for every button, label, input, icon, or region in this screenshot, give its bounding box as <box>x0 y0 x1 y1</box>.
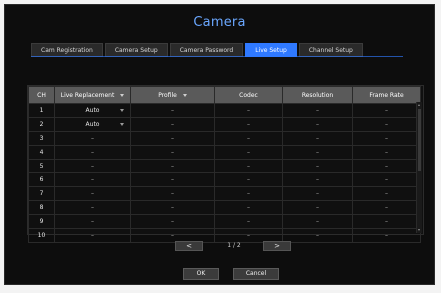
cell-live-replacement: – <box>54 172 131 188</box>
cell-profile: – <box>130 116 215 132</box>
scroll-down-icon[interactable] <box>417 227 422 233</box>
cell-profile: – <box>130 130 215 146</box>
cell-codec: – <box>214 200 283 216</box>
table-row: 5 – – – – – <box>28 158 421 174</box>
cell-profile: – <box>130 158 215 174</box>
cell-codec: – <box>214 130 283 146</box>
table-scrollbar[interactable] <box>416 102 422 233</box>
tab-bar: Cam Registration Camera Setup Camera Pas… <box>31 43 363 57</box>
cell-ch: 3 <box>28 130 55 146</box>
table-row: 6 – – – – – <box>28 172 421 188</box>
cell-live-replacement: – <box>54 144 131 160</box>
cell-live-replacement: – <box>54 186 131 202</box>
cell-live-replacement: – <box>54 130 131 146</box>
cell-resolution: – <box>282 116 353 132</box>
cell-codec: – <box>214 172 283 188</box>
cell-profile: – <box>130 214 215 230</box>
table-header-row: CH Live Replacement Profile Codec Resolu… <box>28 86 421 104</box>
cell-live-replacement: – <box>54 158 131 174</box>
live-setup-table: CH Live Replacement Profile Codec Resolu… <box>27 85 424 243</box>
cell-frame-rate: – <box>352 186 421 202</box>
cell-profile: – <box>130 172 215 188</box>
cell-profile: – <box>130 200 215 216</box>
header-profile-label: Profile <box>158 91 177 99</box>
table-row: 1 Auto – – – – <box>28 103 421 118</box>
cell-live-replacement: – <box>54 200 131 216</box>
cell-frame-rate: – <box>352 130 421 146</box>
cell-live-replacement: – <box>54 214 131 230</box>
cell-codec: – <box>214 103 283 118</box>
cell-ch: 5 <box>28 158 55 174</box>
prev-page-button[interactable]: < <box>175 241 203 251</box>
cell-resolution: – <box>282 158 353 174</box>
table-row: 8 – – – – – <box>28 200 421 216</box>
next-page-button[interactable]: > <box>263 241 291 251</box>
cell-resolution: – <box>282 172 353 188</box>
header-profile[interactable]: Profile <box>130 86 215 104</box>
tab-cam-registration[interactable]: Cam Registration <box>31 43 103 57</box>
table-row: 7 – – – – – <box>28 186 421 202</box>
tab-channel-setup[interactable]: Channel Setup <box>298 43 363 57</box>
live-replacement-select[interactable]: Auto <box>54 103 131 118</box>
header-live-replacement-label: Live Replacement <box>60 91 115 99</box>
cell-ch: 7 <box>28 186 55 202</box>
camera-dialog: Camera Cam Registration Camera Setup Cam… <box>4 4 435 285</box>
cell-ch: 9 <box>28 214 55 230</box>
cell-resolution: – <box>282 200 353 216</box>
tab-live-setup[interactable]: Live Setup <box>245 43 297 57</box>
cell-profile: – <box>130 144 215 160</box>
table-row: 2 Auto – – – – <box>28 116 421 132</box>
cell-frame-rate: – <box>352 214 421 230</box>
table-row: 9 – – – – – <box>28 214 421 230</box>
header-resolution[interactable]: Resolution <box>282 86 353 104</box>
cell-codec: – <box>214 214 283 230</box>
cell-codec: – <box>214 116 283 132</box>
live-replacement-select[interactable]: Auto <box>54 116 131 132</box>
cell-resolution: – <box>282 130 353 146</box>
cell-codec: – <box>214 186 283 202</box>
tab-underline <box>31 56 403 57</box>
scroll-up-icon[interactable] <box>417 102 422 108</box>
cell-codec: – <box>214 158 283 174</box>
tab-camera-password[interactable]: Camera Password <box>169 43 244 57</box>
page-indicator: 1 / 2 <box>227 242 241 249</box>
header-codec[interactable]: Codec <box>214 86 283 104</box>
cell-resolution: – <box>282 186 353 202</box>
header-live-replacement[interactable]: Live Replacement <box>54 86 131 104</box>
cell-resolution: – <box>282 214 353 230</box>
dialog-title: Camera <box>193 15 246 30</box>
header-ch[interactable]: CH <box>28 86 55 104</box>
cell-ch: 6 <box>28 172 55 188</box>
header-live-replacement-caret-icon <box>120 93 125 97</box>
cell-codec: – <box>214 144 283 160</box>
cell-profile: – <box>130 103 215 118</box>
cancel-button[interactable]: Cancel <box>233 268 279 280</box>
header-profile-caret-icon <box>182 93 187 97</box>
cell-ch: 8 <box>28 200 55 216</box>
scroll-thumb[interactable] <box>418 109 421 171</box>
tab-camera-setup[interactable]: Camera Setup <box>104 43 168 57</box>
dialog-buttons: OK Cancel <box>5 268 434 280</box>
table-row: 3 – – – – – <box>28 130 421 146</box>
cell-frame-rate: – <box>352 103 421 118</box>
cell-ch: 1 <box>28 103 55 118</box>
cell-ch: 4 <box>28 144 55 160</box>
cell-profile: – <box>130 186 215 202</box>
cell-frame-rate: – <box>352 116 421 132</box>
pagination: < 1 / 2 > <box>5 241 434 251</box>
cell-frame-rate: – <box>352 200 421 216</box>
cell-ch: 2 <box>28 116 55 132</box>
ok-button[interactable]: OK <box>183 268 219 280</box>
cell-frame-rate: – <box>352 172 421 188</box>
channel-table: CH Live Replacement Profile Codec Resolu… <box>28 86 421 243</box>
cell-resolution: – <box>282 103 353 118</box>
cell-resolution: – <box>282 144 353 160</box>
cell-frame-rate: – <box>352 144 421 160</box>
table-row: 4 – – – – – <box>28 144 421 160</box>
header-frame-rate[interactable]: Frame Rate <box>352 86 421 104</box>
cell-frame-rate: – <box>352 158 421 174</box>
